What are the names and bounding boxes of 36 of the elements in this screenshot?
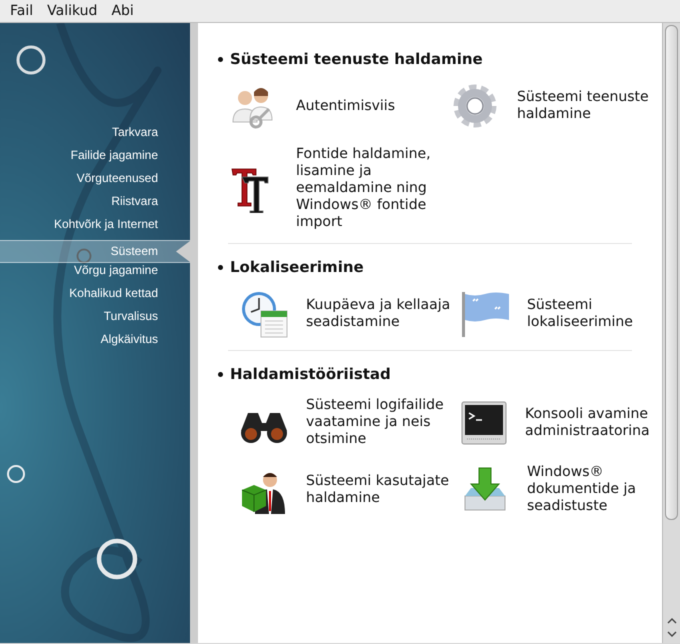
tool-launcher[interactable]: Windows® dokumentide ja seadistuste	[461, 464, 661, 515]
sidebar-item[interactable]: Võrguteenused	[0, 171, 190, 194]
tool-launcher[interactable]: Süsteemi lokaliseerimine	[461, 290, 661, 338]
sidebar-item[interactable]: Süsteem	[0, 240, 190, 263]
gear-icon	[451, 82, 499, 130]
chevron-down-icon	[666, 630, 676, 636]
sidebar-item[interactable]: Võrgu jagamine	[0, 263, 190, 286]
sidebar-item[interactable]: Failide jagamine	[0, 148, 190, 171]
tool-launcher[interactable]: Süsteemi logifailide vaatamine ja neis otsimine	[240, 397, 461, 448]
menu-item[interactable]: Abi	[105, 3, 140, 19]
tool-launcher[interactable]: Fontide haldamine, lisamine ja eemaldamine ning Windows® fontide import	[230, 146, 451, 231]
sidebar-item[interactable]: Kohtvõrk ja Internet	[0, 217, 190, 240]
sidebar-item[interactable]: Algkäivitus	[0, 332, 190, 355]
section-title: Haldamistööriistad	[230, 365, 391, 383]
selection-pointer-icon	[176, 241, 190, 262]
bullet-icon	[218, 56, 223, 62]
tool-launcher[interactable]: Autentimisviis	[230, 82, 451, 130]
tool-launcher[interactable]: Süsteemi kasutajate haldamine	[240, 464, 461, 515]
tool-launcher[interactable]: Süsteemi teenuste haldamine	[451, 82, 651, 130]
tool-launcher[interactable]: Kuupäeva ja kellaaja seadistamine	[240, 290, 461, 338]
clock-calendar-icon	[240, 290, 288, 338]
section-title: Süsteemi teenuste haldamine	[230, 50, 483, 68]
menu-item[interactable]: Fail	[4, 3, 40, 19]
chevron-up-icon	[666, 618, 676, 624]
sidebar-item[interactable]: Turvalisus	[0, 309, 190, 332]
sidebar-item[interactable]: Riistvara	[0, 194, 190, 217]
menu-item[interactable]: Valikud	[41, 3, 104, 19]
terminal-icon	[461, 400, 507, 446]
flag-icon	[461, 290, 509, 338]
sidebar-item[interactable]: Kohalikud kettad	[0, 286, 190, 309]
scrollbar-thumb[interactable]	[665, 25, 678, 520]
bullet-icon	[218, 264, 223, 270]
section-title: Lokaliseerimine	[230, 258, 364, 276]
bullet-icon	[218, 372, 223, 376]
tool-launcher[interactable]: Konsooli avamine administraatorina	[461, 397, 661, 448]
sidebar-item[interactable]: Tarkvara	[0, 125, 190, 148]
